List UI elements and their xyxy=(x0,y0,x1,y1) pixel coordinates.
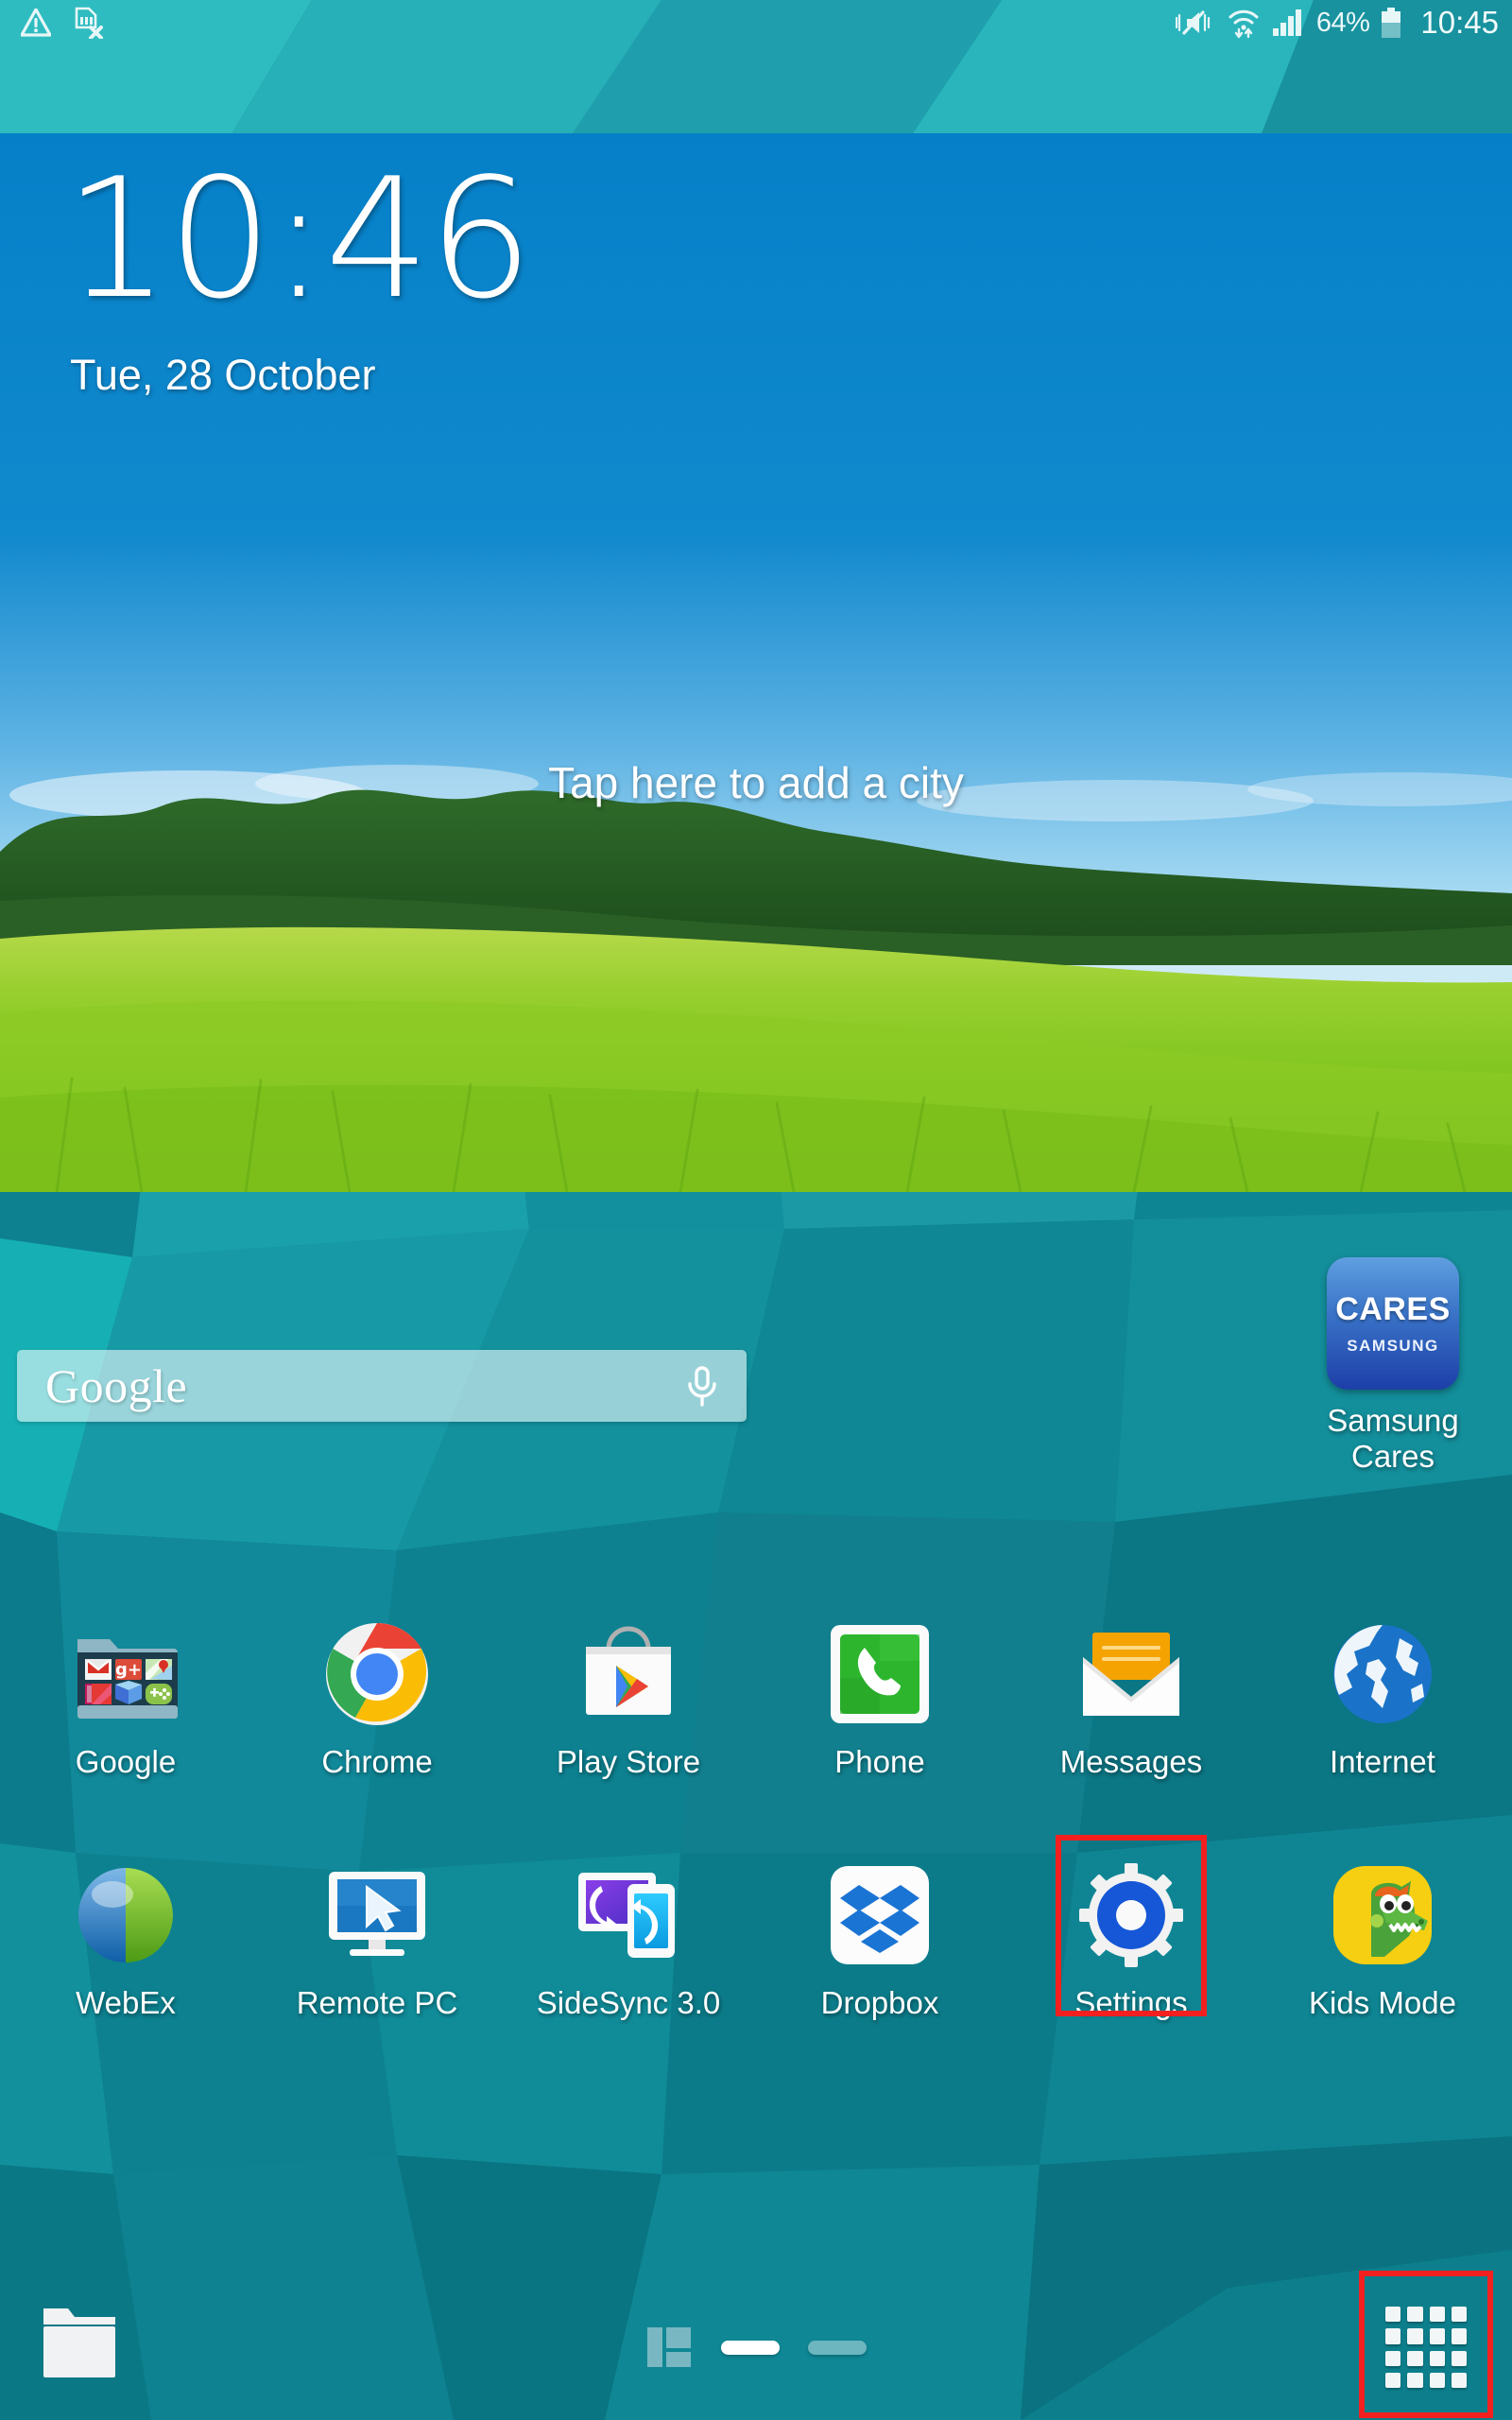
app-label: WebEx xyxy=(76,1985,176,2020)
app-label: Kids Mode xyxy=(1309,1985,1456,2020)
bottom-bar xyxy=(0,2269,1512,2420)
app-label: Internet xyxy=(1330,1744,1435,1779)
battery-icon xyxy=(1382,8,1401,38)
microphone-icon[interactable] xyxy=(682,1364,722,1408)
add-city-hint[interactable]: Tap here to add a city xyxy=(0,757,1512,808)
google-logo: Google xyxy=(45,1359,188,1412)
settings-gear-icon[interactable] xyxy=(1075,1859,1187,1971)
home-layout-icon[interactable] xyxy=(645,2324,693,2371)
svg-text:g+: g+ xyxy=(115,1660,142,1680)
app-label: Chrome xyxy=(321,1744,433,1779)
chrome-icon[interactable] xyxy=(321,1618,433,1730)
app-sidesync[interactable]: SideSync 3.0 xyxy=(503,1839,754,2021)
messages-icon[interactable] xyxy=(1075,1618,1187,1730)
app-label: Play Store xyxy=(556,1744,701,1779)
app-label: Dropbox xyxy=(820,1985,939,2020)
internet-globe-icon[interactable] xyxy=(1327,1618,1438,1730)
app-label: Google xyxy=(75,1744,177,1779)
app-label: Remote PC xyxy=(296,1985,458,2020)
page-dot-active[interactable] xyxy=(721,2340,780,2355)
samsung-cares-label: Samsung Cares xyxy=(1327,1403,1459,1475)
app-settings[interactable]: Settings xyxy=(1005,1835,1257,2021)
app-kids-mode[interactable]: Kids Mode xyxy=(1257,1839,1508,2021)
webex-icon[interactable] xyxy=(70,1859,181,1971)
warning-triangle-icon xyxy=(21,9,51,37)
kids-mode-icon[interactable] xyxy=(1327,1859,1438,1971)
page-dot-inactive[interactable] xyxy=(808,2340,867,2355)
signal-bars-icon xyxy=(1272,9,1301,36)
widget-date: Tue, 28 October xyxy=(70,351,376,399)
wifi-transfer-icon xyxy=(1228,9,1259,39)
phone-icon[interactable] xyxy=(824,1618,936,1730)
app-label: SideSync 3.0 xyxy=(536,1985,721,2020)
app-dropbox[interactable]: Dropbox xyxy=(754,1839,1005,2021)
dropbox-icon[interactable] xyxy=(824,1859,936,1971)
app-label: Phone xyxy=(834,1744,925,1779)
app-chrome[interactable]: Chrome xyxy=(251,1598,503,1780)
app-remote-pc[interactable]: Remote PC xyxy=(251,1839,503,2021)
app-messages[interactable]: Messages xyxy=(1005,1598,1257,1780)
apps-grid-icon[interactable] xyxy=(1385,2307,1467,2388)
app-play-store[interactable]: Play Store xyxy=(503,1598,754,1780)
remote-pc-icon[interactable] xyxy=(321,1859,433,1971)
sidesync-icon[interactable] xyxy=(573,1859,684,1971)
app-phone[interactable]: Phone xyxy=(754,1598,1005,1780)
status-bar-clock: 10:45 xyxy=(1420,5,1499,40)
app-internet[interactable]: Internet xyxy=(1257,1598,1508,1780)
app-google-folder[interactable]: g+ Google xyxy=(0,1598,251,1780)
app-label: Messages xyxy=(1059,1744,1203,1779)
folder-icon[interactable] xyxy=(38,2301,121,2384)
clock-weather-widget[interactable]: 10:46 Tue, 28 October Tap here to add a … xyxy=(0,133,1512,1192)
play-store-icon[interactable] xyxy=(573,1618,684,1730)
app-webex[interactable]: WebEx xyxy=(0,1839,251,2021)
no-sim-card-icon xyxy=(75,7,103,39)
samsung-cares-icon[interactable]: CARES SAMSUNG xyxy=(1327,1257,1459,1390)
cares-icon-sub-text: SAMSUNG xyxy=(1347,1337,1439,1355)
app-row-1: g+ Google Chrome Play Store Phone Messag… xyxy=(0,1598,1512,1780)
samsung-cares-widget[interactable]: CARES SAMSUNG Samsung Cares xyxy=(1298,1257,1487,1476)
app-label: Settings xyxy=(1074,1985,1188,2020)
status-bar[interactable]: 64% 10:45 xyxy=(0,0,1512,45)
page-indicator[interactable] xyxy=(645,2324,867,2371)
widget-clock-time[interactable]: 10:46 xyxy=(64,157,533,322)
status-bar-right-icons: 64% 10:45 xyxy=(1175,5,1499,41)
mute-vibrate-icon xyxy=(1175,10,1210,35)
app-row-2: WebEx Remote PC SideSync 3.0 Dropbox Set… xyxy=(0,1835,1512,2021)
battery-percent: 64% xyxy=(1315,7,1370,38)
cares-icon-main-text: CARES xyxy=(1335,1291,1451,1327)
google-folder-icon[interactable]: g+ xyxy=(70,1618,181,1730)
status-bar-left-icons xyxy=(21,7,104,39)
google-search-bar[interactable]: Google xyxy=(17,1350,747,1422)
